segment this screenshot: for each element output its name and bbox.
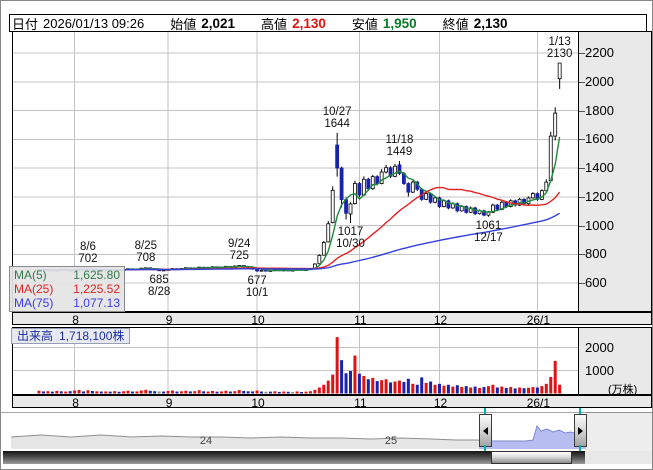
price-annotation: 6858/28 bbox=[148, 274, 170, 298]
y-axis-tick-mark bbox=[579, 53, 585, 54]
y-axis-tick-mark bbox=[579, 168, 585, 169]
ma-legend-label: MA(25) bbox=[14, 282, 53, 296]
navigator-year-label: 25 bbox=[385, 435, 397, 447]
x-axis-month-label: 9 bbox=[166, 313, 173, 327]
close-value: 2,130 bbox=[474, 16, 508, 31]
y-axis-tick-mark bbox=[579, 82, 585, 83]
x-axis-strip-price: 8 9 10 11 12 26/1 bbox=[12, 312, 652, 325]
y-axis-tick-mark bbox=[579, 226, 585, 227]
y-axis-tick-label: 1400 bbox=[585, 160, 614, 175]
right-triangle-icon bbox=[578, 427, 583, 435]
ma-legend-row: MA(75) 1,077.13 bbox=[10, 296, 124, 310]
open-label: 始値 bbox=[170, 14, 196, 33]
scrollbar-right-spacer bbox=[585, 451, 652, 464]
x-axis-month-label: 26/1 bbox=[527, 313, 550, 327]
y-axis-tick-mark bbox=[579, 283, 585, 284]
high-value: 2,130 bbox=[292, 16, 326, 31]
range-left-arrow-button[interactable] bbox=[479, 414, 492, 447]
volume-axis-tick-label: 1000 bbox=[585, 363, 614, 378]
volume-axis-tick-label: 2000 bbox=[585, 340, 614, 355]
price-annotation: 8/25708 bbox=[135, 240, 157, 264]
range-handle-tick bbox=[579, 408, 581, 414]
price-annotation: 10/271644 bbox=[323, 106, 352, 130]
price-annotation: 8/6702 bbox=[78, 241, 97, 265]
y-axis-tick-label: 1200 bbox=[585, 189, 614, 204]
ma-legend-label: MA(5) bbox=[14, 268, 47, 282]
y-axis-tick-mark bbox=[579, 197, 585, 198]
ma-legend-value: 1,225.52 bbox=[73, 282, 120, 296]
y-axis-tick-mark bbox=[579, 139, 585, 140]
x-axis-month-label: 12 bbox=[434, 396, 447, 410]
x-axis-month-label: 8 bbox=[72, 313, 79, 327]
y-axis-tick-label: 1800 bbox=[585, 103, 614, 118]
volume-header-box: 出来高 1,718,100株 bbox=[11, 328, 130, 344]
low-label: 安値 bbox=[352, 14, 378, 33]
left-triangle-icon bbox=[483, 427, 488, 435]
quote-info-bar: 日付 2026/01/13 09:26 始値 2,021 高値 2,130 安値… bbox=[9, 14, 647, 32]
y-axis-tick-label: 2200 bbox=[585, 45, 614, 60]
volume-label: 出来高 bbox=[17, 329, 53, 343]
navigator-range-chart[interactable] bbox=[3, 412, 652, 450]
x-axis-month-label: 12 bbox=[434, 313, 447, 327]
x-axis-month-label: 26/1 bbox=[527, 396, 550, 410]
high-label: 高値 bbox=[261, 14, 287, 33]
price-annotation: 101710/30 bbox=[336, 226, 365, 250]
x-axis-month-label: 9 bbox=[166, 396, 173, 410]
y-axis-tick-label: 600 bbox=[585, 275, 607, 290]
low-value: 1,950 bbox=[383, 16, 417, 31]
y-axis-tick-label: 2000 bbox=[585, 74, 614, 89]
horizontal-scrollbar-thumb[interactable] bbox=[491, 451, 572, 464]
navigator-year-label: 24 bbox=[200, 435, 212, 447]
date-label: 日付 bbox=[12, 14, 38, 33]
range-right-arrow-button[interactable] bbox=[574, 414, 587, 447]
ma-legend-value: 1,077.13 bbox=[73, 296, 120, 310]
ma-legend-box: MA(5) 1,625.80 MA(25) 1,225.52 MA(75) 1,077.1… bbox=[9, 266, 125, 312]
ma-legend-row: MA(25) 1,225.52 bbox=[10, 282, 124, 296]
price-annotation: 1/132130 bbox=[547, 36, 573, 60]
close-label: 終値 bbox=[443, 14, 469, 33]
navigator-empty-area bbox=[586, 412, 652, 451]
x-axis-month-label: 11 bbox=[354, 313, 366, 327]
price-annotation: 11/181449 bbox=[385, 134, 413, 158]
y-axis-tick-label: 1000 bbox=[585, 218, 614, 233]
chart-window: 日付 2026/01/13 09:26 始値 2,021 高値 2,130 安値… bbox=[0, 0, 653, 470]
price-annotation: 67710/1 bbox=[246, 275, 268, 299]
date-value: 2026/01/13 09:26 bbox=[43, 16, 144, 31]
price-annotation: 106112/17 bbox=[474, 220, 503, 244]
y-axis-tick-mark bbox=[579, 111, 585, 112]
volume-value: 1,718,100株 bbox=[59, 329, 124, 343]
x-axis-month-label: 10 bbox=[251, 396, 264, 410]
y-axis-tick-label: 1600 bbox=[585, 131, 614, 146]
y-axis-tick-mark bbox=[579, 254, 585, 255]
ma-legend-row: MA(5) 1,625.80 bbox=[10, 268, 124, 282]
x-axis-month-label: 11 bbox=[354, 396, 366, 410]
range-handle-tick bbox=[484, 408, 486, 414]
volume-unit-label: (万株) bbox=[608, 381, 637, 397]
price-annotation: 9/24725 bbox=[228, 238, 250, 262]
x-axis-month-label: 8 bbox=[72, 396, 79, 410]
x-axis-strip-volume: 8 9 10 11 12 26/1 bbox=[12, 395, 652, 408]
ma-legend-value: 1,625.80 bbox=[73, 268, 120, 282]
x-axis-month-label: 10 bbox=[251, 313, 264, 327]
open-value: 2,021 bbox=[201, 16, 235, 31]
y-axis-tick-label: 800 bbox=[585, 246, 607, 261]
ma-legend-label: MA(75) bbox=[14, 296, 53, 310]
